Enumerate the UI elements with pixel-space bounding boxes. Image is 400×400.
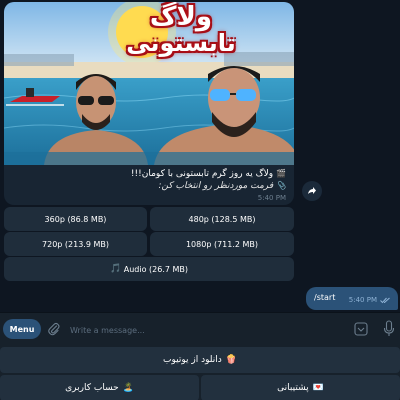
format-480p-button[interactable]: 480p (128.5 MB) [150,207,294,231]
format-480p-label: 480p (128.5 MB) [188,214,256,224]
forward-button[interactable] [302,181,322,201]
caption-row-1: 🎬 ولاگ یه روز گرم تابستونی با کومان!!! [10,168,286,180]
video-thumbnail[interactable]: ولاگ تابستونی [4,2,294,165]
outgoing-text: /start [314,293,336,302]
thumbnail-title: ولاگ تابستونی [126,4,236,56]
paperclip-attach-icon[interactable] [48,322,60,336]
outgoing-message[interactable]: /start 5:40 PM [306,287,398,310]
reply-keyboard: 🍿 دانلود از یوتیوب 💌 پشتیبانی 🏝️ حساب کا… [0,346,400,400]
download-youtube-label: دانلود از یوتیوب [163,355,222,365]
bot-message[interactable]: ولاگ تابستونی 🎬 ولاگ یه روز گرم تابستونی… [4,2,294,205]
popcorn-icon: 🍿 [225,355,237,365]
format-720p-button[interactable]: 720p (213.9 MB) [4,232,147,256]
format-720p-label: 720p (213.9 MB) [42,239,109,249]
support-label: پشتیبانی [277,383,309,393]
music-note-icon: 🎵 [109,264,122,274]
thumbnail-title-line1: ولاگ [149,2,213,32]
format-audio-label: Audio (26.7 MB) [123,264,189,274]
message-caption: 🎬 ولاگ یه روز گرم تابستونی با کومان!!! 📎… [10,168,286,192]
message-input[interactable] [70,322,340,338]
caption-row-2: 📎 فرمت موردنظر رو انتخاب کن: [10,180,287,192]
user-account-button[interactable]: 🏝️ حساب کاربری [0,375,199,400]
paperclip-icon: 📎 [276,181,286,190]
share-arrow-icon [308,187,316,194]
film-clip-icon: 🎬 [276,169,286,178]
download-youtube-button[interactable]: 🍿 دانلود از یوتیوب [0,347,400,373]
caption-line-1: ولاگ یه روز گرم تابستونی با کومان!!! [130,169,274,179]
menu-button[interactable]: Menu [3,319,41,339]
double-check-icon [380,297,390,303]
thumbnail-title-line2: تابستونی [126,29,236,57]
message-composer: Menu [0,312,400,346]
keyboard-toggle-icon[interactable] [354,322,368,336]
love-letter-icon: 💌 [312,383,324,393]
format-1080p-button[interactable]: 1080p (711.2 MB) [150,232,294,256]
user-account-label: حساب کاربری [65,383,119,393]
outgoing-time: 5:40 PM [348,296,377,304]
microphone-icon[interactable] [383,320,395,338]
message-time: 5:40 PM [257,194,286,202]
format-360p-label: 360p (86.8 MB) [44,214,107,224]
island-icon: 🏝️ [122,383,134,393]
format-audio-button[interactable]: 🎵 Audio (26.7 MB) [4,257,294,281]
caption-line-2: فرمت موردنظر رو انتخاب کن: [158,181,274,191]
format-1080p-label: 1080p (711.2 MB) [185,239,259,249]
format-360p-button[interactable]: 360p (86.8 MB) [4,207,147,231]
support-button[interactable]: 💌 پشتیبانی [201,375,400,400]
chat-area: ولاگ تابستونی 🎬 ولاگ یه روز گرم تابستونی… [0,0,400,312]
outgoing-meta: 5:40 PM [349,296,391,304]
menu-button-label: Menu [9,324,35,334]
